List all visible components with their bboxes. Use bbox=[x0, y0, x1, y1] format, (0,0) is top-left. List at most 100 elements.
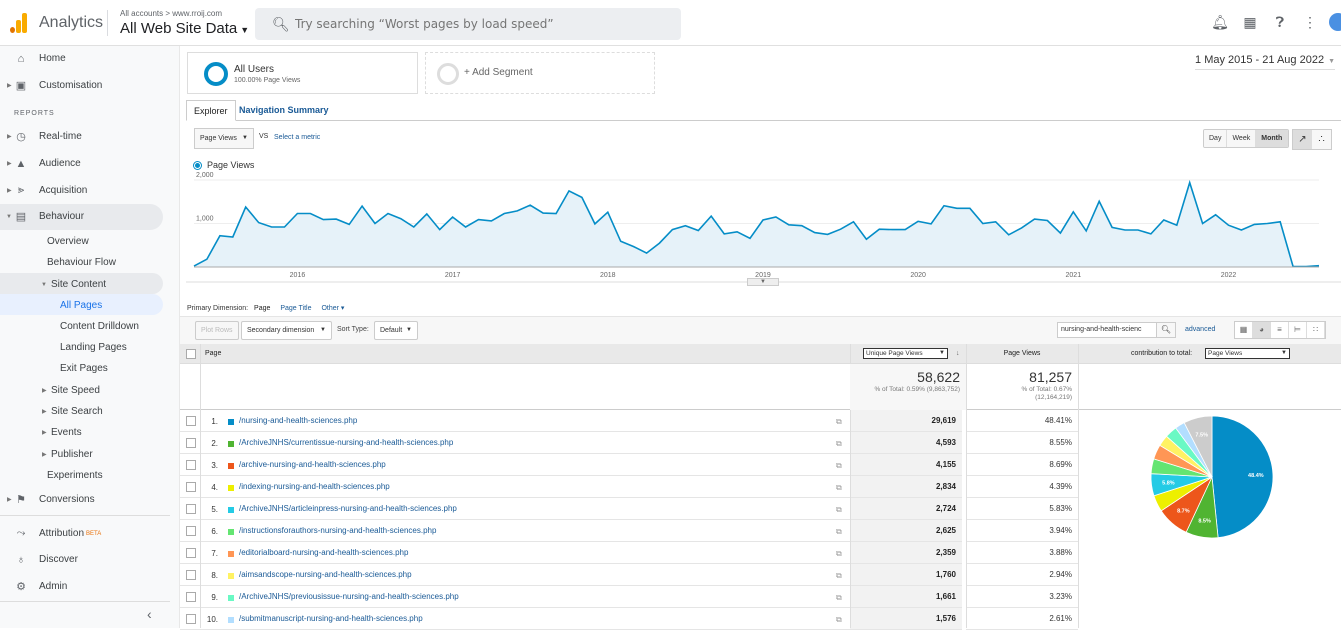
data-point[interactable] bbox=[941, 203, 947, 209]
data-point[interactable] bbox=[1006, 232, 1012, 238]
term-cloud-view-icon[interactable]: ∷ bbox=[1307, 322, 1325, 338]
open-external-icon[interactable]: ⧉ bbox=[836, 593, 842, 603]
sidebar-item-site-content[interactable]: ▼ Site Content bbox=[41, 279, 106, 290]
data-point[interactable] bbox=[1316, 263, 1322, 269]
data-point[interactable] bbox=[437, 227, 443, 233]
sidebar-item-content-drilldown[interactable]: Content Drilldown bbox=[60, 321, 139, 332]
row-checkbox[interactable] bbox=[186, 592, 196, 602]
page-link[interactable]: /ArchiveJNHS/previousissue-nursing-and-h… bbox=[239, 592, 459, 601]
sort-desc-icon[interactable]: ↓ bbox=[956, 344, 960, 364]
data-point[interactable] bbox=[269, 224, 275, 230]
data-point[interactable] bbox=[1019, 225, 1025, 231]
page-link[interactable]: /archive-nursing-and-health-sciences.php bbox=[239, 460, 386, 469]
tab-explorer[interactable]: Explorer bbox=[186, 100, 236, 121]
data-point[interactable] bbox=[1122, 227, 1128, 233]
data-point[interactable] bbox=[256, 220, 262, 226]
sidebar-item-events[interactable]: ▶ Events bbox=[42, 427, 82, 438]
data-point[interactable] bbox=[1225, 222, 1231, 228]
data-point[interactable] bbox=[1277, 219, 1283, 225]
open-external-icon[interactable]: ⧉ bbox=[836, 483, 842, 493]
data-point[interactable] bbox=[1161, 217, 1167, 223]
data-point[interactable] bbox=[566, 188, 572, 194]
chart-resize-handle[interactable]: ▼ bbox=[747, 278, 779, 286]
data-point[interactable] bbox=[398, 216, 404, 222]
data-point[interactable] bbox=[838, 226, 844, 232]
bell-icon[interactable]: 🔔︎ bbox=[1205, 14, 1235, 31]
data-point[interactable] bbox=[631, 244, 637, 250]
data-point[interactable] bbox=[294, 210, 300, 216]
sidebar-item-site-search[interactable]: ▶ Site Search bbox=[42, 406, 103, 417]
unique-page-views-selector[interactable]: Unique Page Views ▼ bbox=[863, 348, 948, 359]
data-point[interactable] bbox=[243, 204, 249, 210]
dimension-page-title[interactable]: Page Title bbox=[280, 305, 311, 312]
data-point[interactable] bbox=[928, 221, 934, 227]
sidebar-item-realtime[interactable]: ▶ ◷ Real-time bbox=[7, 131, 82, 143]
data-point[interactable] bbox=[1044, 217, 1050, 223]
data-point[interactable] bbox=[320, 217, 326, 223]
data-point[interactable] bbox=[1187, 180, 1193, 186]
open-external-icon[interactable]: ⧉ bbox=[836, 527, 842, 537]
data-point[interactable] bbox=[501, 210, 507, 216]
month-button[interactable]: Month bbox=[1256, 130, 1289, 147]
data-point[interactable] bbox=[1135, 227, 1141, 233]
more-vert-icon[interactable]: ⋮ bbox=[1295, 14, 1325, 31]
data-point[interactable] bbox=[450, 214, 456, 220]
data-point[interactable] bbox=[773, 214, 779, 220]
page-link[interactable]: /ArchiveJNHS/articleinpress-nursing-and-… bbox=[239, 504, 457, 513]
account-avatar[interactable] bbox=[1329, 13, 1341, 31]
data-point[interactable] bbox=[475, 217, 481, 223]
tab-navigation-summary[interactable]: Navigation Summary bbox=[232, 100, 336, 121]
data-point[interactable] bbox=[644, 250, 650, 256]
search-box[interactable]: 🔍︎ bbox=[255, 8, 681, 40]
page-link[interactable]: /indexing-nursing-and-health-sciences.ph… bbox=[239, 482, 390, 491]
sidebar-item-behaviour[interactable]: ▼ ▤ Behaviour bbox=[6, 211, 84, 223]
table-filter-input[interactable]: nursing-and-health-scienc bbox=[1057, 322, 1157, 338]
pie-view-icon[interactable]: ◕ bbox=[1253, 322, 1271, 338]
data-point[interactable] bbox=[540, 210, 546, 216]
apps-grid-icon[interactable]: ▦ bbox=[1235, 14, 1265, 31]
select-all-checkbox[interactable] bbox=[186, 349, 196, 359]
select-metric-link[interactable]: Select a metric bbox=[274, 134, 320, 141]
row-checkbox[interactable] bbox=[186, 570, 196, 580]
data-point[interactable] bbox=[747, 235, 753, 241]
data-point[interactable] bbox=[359, 203, 365, 209]
data-point[interactable] bbox=[993, 219, 999, 225]
secondary-dimension-dropdown[interactable]: Secondary dimension ▼ bbox=[241, 321, 332, 340]
contribution-metric-selector[interactable]: Page Views ▼ bbox=[1205, 348, 1290, 359]
search-input[interactable] bbox=[295, 8, 675, 40]
data-point[interactable] bbox=[721, 231, 727, 237]
account-breadcrumb[interactable]: All accounts > www.rroij.com bbox=[120, 9, 222, 18]
data-point[interactable] bbox=[863, 236, 869, 242]
data-point[interactable] bbox=[618, 238, 624, 244]
sidebar-item-experiments[interactable]: Experiments bbox=[47, 470, 103, 481]
page-link[interactable]: /submitmanuscript-nursing-and-health-sci… bbox=[239, 614, 423, 623]
open-external-icon[interactable]: ⧉ bbox=[836, 505, 842, 515]
data-point[interactable] bbox=[825, 231, 831, 237]
comparison-view-icon[interactable]: ⊨ bbox=[1289, 322, 1307, 338]
data-point[interactable] bbox=[695, 227, 701, 233]
sidebar-item-all-pages[interactable]: All Pages bbox=[60, 300, 102, 311]
line-chart-icon[interactable]: ↗ bbox=[1293, 130, 1312, 149]
row-checkbox[interactable] bbox=[186, 548, 196, 558]
data-point[interactable] bbox=[346, 221, 352, 227]
sidebar-item-landing-pages[interactable]: Landing Pages bbox=[60, 342, 127, 353]
data-point[interactable] bbox=[217, 233, 223, 239]
sidebar-item-attribution[interactable]: ⤳ Attribution BETA bbox=[17, 527, 102, 539]
data-point[interactable] bbox=[812, 230, 818, 236]
help-icon[interactable]: ❓︎ bbox=[1265, 14, 1295, 31]
plot-rows-button[interactable]: Plot Rows bbox=[195, 321, 239, 340]
data-point[interactable] bbox=[799, 223, 805, 229]
sidebar-item-admin[interactable]: ⚙ Admin bbox=[16, 581, 67, 593]
data-point[interactable] bbox=[1083, 228, 1089, 234]
sidebar-item-customisation[interactable]: ▶ ▣ Customisation bbox=[7, 80, 102, 92]
data-point[interactable] bbox=[514, 208, 520, 214]
open-external-icon[interactable]: ⧉ bbox=[836, 417, 842, 427]
data-point[interactable] bbox=[889, 227, 895, 233]
sidebar-item-home[interactable]: ⌂ Home bbox=[18, 53, 66, 65]
week-button[interactable]: Week bbox=[1227, 130, 1257, 147]
data-point[interactable] bbox=[657, 240, 663, 246]
data-point[interactable] bbox=[282, 224, 288, 230]
data-point[interactable] bbox=[307, 210, 313, 216]
dimension-other[interactable]: Other ▾ bbox=[321, 305, 344, 312]
data-point[interactable] bbox=[708, 213, 714, 219]
